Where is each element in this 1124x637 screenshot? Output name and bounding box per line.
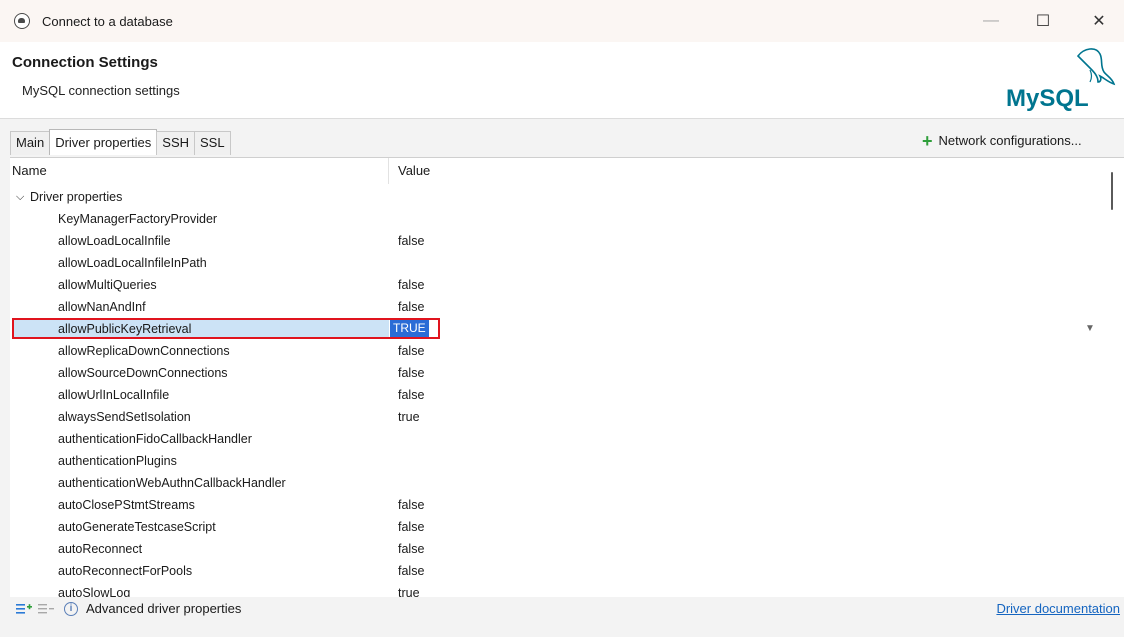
app-icon (14, 13, 30, 29)
property-name: allowLoadLocalInfile (58, 234, 171, 248)
mysql-logo: MySQL (1006, 48, 1116, 112)
table-row[interactable]: authenticationPlugins (10, 450, 1100, 472)
tab-main[interactable]: Main (10, 131, 51, 155)
property-name: autoClosePStmtStreams (58, 498, 195, 512)
table-row[interactable]: allowMultiQueries false (10, 274, 1100, 296)
dropdown-arrow-icon[interactable]: ▼ (1085, 318, 1095, 340)
table-row[interactable]: authenticationWebAuthnCallbackHandler (10, 472, 1100, 494)
property-value[interactable]: false (398, 230, 424, 252)
property-name: allowNanAndInf (58, 300, 146, 314)
property-value[interactable]: true (398, 406, 420, 428)
property-value[interactable]: false (398, 538, 424, 560)
scrollbar-thumb[interactable] (1111, 172, 1113, 210)
property-name: allowReplicaDownConnections (58, 344, 230, 358)
logo-text: MySQL (1006, 85, 1089, 112)
tab-ssh[interactable]: SSH (156, 131, 196, 155)
property-value[interactable]: false (398, 494, 424, 516)
table-row[interactable]: autoGenerateTestcaseScript false (10, 516, 1100, 538)
property-name: authenticationPlugins (58, 454, 177, 468)
title-bar: Connect to a database — ☐ ✕ (0, 0, 1124, 42)
table-row-selected[interactable]: allowPublicKeyRetrieval TRUE ▼ (10, 318, 1100, 340)
property-value[interactable]: false (398, 340, 424, 362)
advanced-driver-properties-label[interactable]: Advanced driver properties (86, 601, 241, 616)
page-title: Connection Settings (12, 54, 158, 71)
property-value[interactable]: false (398, 362, 424, 384)
property-value[interactable]: true (398, 582, 420, 597)
column-header-value[interactable]: Value (390, 158, 1090, 184)
column-header-name[interactable]: Name (10, 158, 389, 184)
table-row[interactable]: autoClosePStmtStreams false (10, 494, 1100, 516)
property-name: KeyManagerFactoryProvider (58, 212, 218, 226)
annotation-highlight-box (12, 318, 440, 339)
table-row[interactable]: alwaysSendSetIsolation true (10, 406, 1100, 428)
property-name: autoReconnect (58, 542, 143, 556)
info-icon: i (64, 602, 78, 616)
driver-properties-table: Name Value ⌵ Driver properties KeyManage… (10, 157, 1124, 597)
page-subtitle: MySQL connection settings (22, 83, 180, 98)
table-row[interactable]: allowReplicaDownConnections false (10, 340, 1100, 362)
property-name: alwaysSendSetIsolation (58, 410, 191, 424)
property-value[interactable]: false (398, 274, 424, 296)
driver-documentation-link[interactable]: Driver documentation (996, 601, 1120, 616)
table-row[interactable]: allowLoadLocalInfile false (10, 230, 1100, 252)
property-name: autoGenerateTestcaseScript (58, 520, 216, 534)
minimize-button[interactable]: — (968, 0, 1014, 42)
table-row[interactable]: authenticationFidoCallbackHandler (10, 428, 1100, 450)
table-row[interactable]: autoReconnect false (10, 538, 1100, 560)
property-name: allowUrlInLocalInfile (58, 388, 170, 402)
settings-panel: Main Driver properties SSH SSL + Network… (0, 118, 1124, 637)
plus-icon: + (922, 130, 933, 151)
table-row[interactable]: allowSourceDownConnections false (10, 362, 1100, 384)
tab-ssl[interactable]: SSL (194, 131, 231, 155)
network-configurations-button[interactable]: + Network configurations... (922, 130, 1082, 151)
maximize-button[interactable]: ☐ (1020, 0, 1066, 42)
bottom-toolbar: i Advanced driver properties Driver docu… (10, 597, 1124, 621)
chevron-down-icon[interactable]: ⌵ (16, 186, 24, 208)
property-value[interactable]: false (398, 516, 424, 538)
property-value[interactable]: false (398, 296, 424, 318)
group-row-driver-properties[interactable]: ⌵ Driver properties (10, 186, 1100, 208)
property-name: autoSlowLog (58, 586, 131, 597)
table-body: ⌵ Driver properties KeyManagerFactoryPro… (10, 186, 1100, 597)
table-row[interactable]: allowLoadLocalInfileInPath (10, 252, 1100, 274)
tab-bar: Main Driver properties SSH SSL (10, 129, 231, 155)
vertical-scrollbar[interactable] (1102, 158, 1124, 597)
table-row[interactable]: autoSlowLog true (10, 582, 1100, 597)
table-row[interactable]: autoReconnectForPools false (10, 560, 1100, 582)
property-name: allowLoadLocalInfileInPath (58, 256, 207, 270)
tab-driver-properties[interactable]: Driver properties (49, 129, 158, 155)
close-button[interactable]: ✕ (1076, 0, 1122, 42)
property-name: allowSourceDownConnections (58, 366, 228, 380)
property-name: autoReconnectForPools (58, 564, 193, 578)
property-value[interactable]: false (398, 560, 424, 582)
property-name: authenticationWebAuthnCallbackHandler (58, 476, 286, 490)
table-row[interactable]: allowUrlInLocalInfile false (10, 384, 1100, 406)
group-label: Driver properties (30, 190, 123, 204)
window-title: Connect to a database (42, 14, 173, 29)
property-name: authenticationFidoCallbackHandler (58, 432, 252, 446)
expand-all-icon[interactable] (16, 603, 32, 615)
property-name: allowMultiQueries (58, 278, 157, 292)
network-configurations-label: Network configurations... (938, 133, 1082, 148)
table-row[interactable]: KeyManagerFactoryProvider (10, 208, 1100, 230)
table-row[interactable]: allowNanAndInf false (10, 296, 1100, 318)
property-value[interactable]: false (398, 384, 424, 406)
collapse-all-icon[interactable] (38, 603, 54, 615)
dialog-header: Connection Settings MySQL connection set… (0, 42, 1124, 118)
